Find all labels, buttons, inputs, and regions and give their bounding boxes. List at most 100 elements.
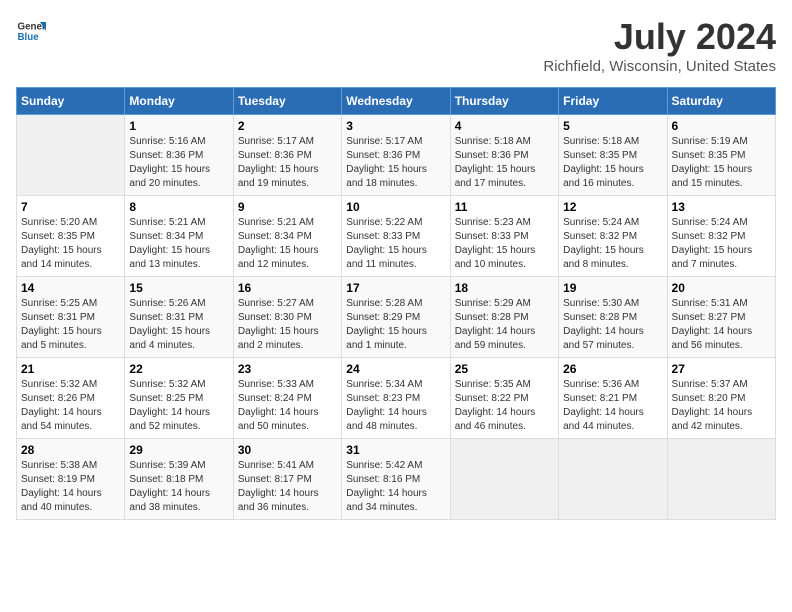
day-number: 7 bbox=[21, 200, 120, 214]
calendar-cell bbox=[450, 439, 558, 520]
day-header-thursday: Thursday bbox=[450, 88, 558, 115]
calendar-cell: 24 Sunrise: 5:34 AMSunset: 8:23 PMDayligh… bbox=[342, 358, 450, 439]
calendar-cell bbox=[17, 115, 125, 196]
day-number: 28 bbox=[21, 443, 120, 457]
calendar-cell: 1 Sunrise: 5:16 AMSunset: 8:36 PMDaylight… bbox=[125, 115, 233, 196]
day-info: Sunrise: 5:34 AMSunset: 8:23 PMDaylight:… bbox=[346, 378, 445, 434]
day-number: 9 bbox=[238, 200, 337, 214]
day-number: 4 bbox=[455, 119, 554, 133]
day-number: 15 bbox=[129, 281, 228, 295]
day-info: Sunrise: 5:27 AMSunset: 8:30 PMDaylight:… bbox=[238, 297, 337, 353]
day-number: 3 bbox=[346, 119, 445, 133]
day-info: Sunrise: 5:18 AMSunset: 8:36 PMDaylight:… bbox=[455, 135, 554, 191]
day-info: Sunrise: 5:32 AMSunset: 8:26 PMDaylight:… bbox=[21, 378, 120, 434]
calendar-cell: 6Sunrise: 5:19 AMSunset: 8:35 PMDaylight… bbox=[667, 115, 775, 196]
day-info: Sunrise: 5:18 AMSunset: 8:35 PMDaylight:… bbox=[563, 135, 662, 191]
calendar-cell: 21Sunrise: 5:32 AMSunset: 8:26 PMDayligh… bbox=[17, 358, 125, 439]
calendar-cell bbox=[667, 439, 775, 520]
calendar-cell: 29 Sunrise: 5:39 AMSunset: 8:18 PMDayligh… bbox=[125, 439, 233, 520]
day-number: 26 bbox=[563, 362, 662, 376]
calendar-cell: 30 Sunrise: 5:41 AMSunset: 8:17 PMDayligh… bbox=[233, 439, 341, 520]
day-header-wednesday: Wednesday bbox=[342, 88, 450, 115]
day-number: 11 bbox=[455, 200, 554, 214]
calendar-cell: 28 Sunrise: 5:38 AMSunset: 8:19 PMDayligh… bbox=[17, 439, 125, 520]
day-info: Sunrise: 5:31 AMSunset: 8:27 PMDaylight:… bbox=[672, 297, 771, 353]
calendar-cell: 19Sunrise: 5:30 AMSunset: 8:28 PMDayligh… bbox=[559, 277, 667, 358]
header: General Blue July 2024 Richfield, Wiscon… bbox=[16, 16, 776, 75]
calendar-cell: 16 Sunrise: 5:27 AMSunset: 8:30 PMDayligh… bbox=[233, 277, 341, 358]
calendar-cell: 20 Sunrise: 5:31 AMSunset: 8:27 PMDayligh… bbox=[667, 277, 775, 358]
calendar-cell: 14 Sunrise: 5:25 AMSunset: 8:31 PMDayligh… bbox=[17, 277, 125, 358]
day-number: 8 bbox=[129, 200, 228, 214]
day-info: Sunrise: 5:17 AMSunset: 8:36 PMDaylight:… bbox=[238, 135, 337, 191]
day-number: 29 bbox=[129, 443, 228, 457]
day-info: Sunrise: 5:26 AMSunset: 8:31 PMDaylight:… bbox=[129, 297, 228, 353]
day-header-sunday: Sunday bbox=[17, 88, 125, 115]
calendar-cell: 27 Sunrise: 5:37 AMSunset: 8:20 PMDayligh… bbox=[667, 358, 775, 439]
day-number: 17 bbox=[346, 281, 445, 295]
calendar-cell: 31 Sunrise: 5:42 AMSunset: 8:16 PMDayligh… bbox=[342, 439, 450, 520]
week-row-3: 14 Sunrise: 5:25 AMSunset: 8:31 PMDayligh… bbox=[17, 277, 776, 358]
week-row-1: 1 Sunrise: 5:16 AMSunset: 8:36 PMDaylight… bbox=[17, 115, 776, 196]
day-info: Sunrise: 5:41 AMSunset: 8:17 PMDaylight:… bbox=[238, 459, 337, 515]
calendar-cell: 10 Sunrise: 5:22 AMSunset: 8:33 PMDayligh… bbox=[342, 196, 450, 277]
calendar-cell: 17 Sunrise: 5:28 AMSunset: 8:29 PMDayligh… bbox=[342, 277, 450, 358]
day-number: 13 bbox=[672, 200, 771, 214]
day-info: Sunrise: 5:36 AMSunset: 8:21 PMDaylight:… bbox=[563, 378, 662, 434]
day-info: Sunrise: 5:22 AMSunset: 8:33 PMDaylight:… bbox=[346, 216, 445, 272]
day-number: 23 bbox=[238, 362, 337, 376]
day-number: 6 bbox=[672, 119, 771, 133]
header-row: SundayMondayTuesdayWednesdayThursdayFrid… bbox=[17, 88, 776, 115]
day-info: Sunrise: 5:35 AMSunset: 8:22 PMDaylight:… bbox=[455, 378, 554, 434]
week-row-4: 21Sunrise: 5:32 AMSunset: 8:26 PMDayligh… bbox=[17, 358, 776, 439]
day-info: Sunrise: 5:24 AMSunset: 8:32 PMDaylight:… bbox=[672, 216, 771, 272]
calendar-cell: 25 Sunrise: 5:35 AMSunset: 8:22 PMDayligh… bbox=[450, 358, 558, 439]
day-info: Sunrise: 5:33 AMSunset: 8:24 PMDaylight:… bbox=[238, 378, 337, 434]
calendar-cell: 12Sunrise: 5:24 AMSunset: 8:32 PMDayligh… bbox=[559, 196, 667, 277]
day-header-monday: Monday bbox=[125, 88, 233, 115]
day-info: Sunrise: 5:38 AMSunset: 8:19 PMDaylight:… bbox=[21, 459, 120, 515]
calendar-cell: 22Sunrise: 5:32 AMSunset: 8:25 PMDayligh… bbox=[125, 358, 233, 439]
day-number: 31 bbox=[346, 443, 445, 457]
calendar-cell: 3Sunrise: 5:17 AMSunset: 8:36 PMDaylight… bbox=[342, 115, 450, 196]
day-number: 25 bbox=[455, 362, 554, 376]
day-number: 30 bbox=[238, 443, 337, 457]
day-info: Sunrise: 5:28 AMSunset: 8:29 PMDaylight:… bbox=[346, 297, 445, 353]
calendar-cell: 4 Sunrise: 5:18 AMSunset: 8:36 PMDaylight… bbox=[450, 115, 558, 196]
calendar-cell bbox=[559, 439, 667, 520]
day-header-tuesday: Tuesday bbox=[233, 88, 341, 115]
day-number: 20 bbox=[672, 281, 771, 295]
day-number: 18 bbox=[455, 281, 554, 295]
day-number: 24 bbox=[346, 362, 445, 376]
day-info: Sunrise: 5:32 AMSunset: 8:25 PMDaylight:… bbox=[129, 378, 228, 434]
day-info: Sunrise: 5:25 AMSunset: 8:31 PMDaylight:… bbox=[21, 297, 120, 353]
calendar-cell: 7Sunrise: 5:20 AMSunset: 8:35 PMDaylight… bbox=[17, 196, 125, 277]
week-row-5: 28 Sunrise: 5:38 AMSunset: 8:19 PMDayligh… bbox=[17, 439, 776, 520]
day-header-friday: Friday bbox=[559, 88, 667, 115]
main-title: July 2024 bbox=[543, 16, 776, 58]
svg-text:Blue: Blue bbox=[18, 32, 40, 43]
calendar-cell: 11 Sunrise: 5:23 AMSunset: 8:33 PMDayligh… bbox=[450, 196, 558, 277]
calendar-cell: 26 Sunrise: 5:36 AMSunset: 8:21 PMDayligh… bbox=[559, 358, 667, 439]
title-area: July 2024 Richfield, Wisconsin, United S… bbox=[543, 16, 776, 75]
calendar-cell: 2Sunrise: 5:17 AMSunset: 8:36 PMDaylight… bbox=[233, 115, 341, 196]
day-info: Sunrise: 5:37 AMSunset: 8:20 PMDaylight:… bbox=[672, 378, 771, 434]
day-info: Sunrise: 5:39 AMSunset: 8:18 PMDaylight:… bbox=[129, 459, 228, 515]
day-info: Sunrise: 5:21 AMSunset: 8:34 PMDaylight:… bbox=[129, 216, 228, 272]
calendar-cell: 5 Sunrise: 5:18 AMSunset: 8:35 PMDaylight… bbox=[559, 115, 667, 196]
subtitle: Richfield, Wisconsin, United States bbox=[543, 58, 776, 75]
day-header-saturday: Saturday bbox=[667, 88, 775, 115]
day-number: 14 bbox=[21, 281, 120, 295]
day-info: Sunrise: 5:21 AMSunset: 8:34 PMDaylight:… bbox=[238, 216, 337, 272]
calendar-cell: 8 Sunrise: 5:21 AMSunset: 8:34 PMDaylight… bbox=[125, 196, 233, 277]
day-info: Sunrise: 5:29 AMSunset: 8:28 PMDaylight:… bbox=[455, 297, 554, 353]
day-number: 27 bbox=[672, 362, 771, 376]
day-number: 1 bbox=[129, 119, 228, 133]
day-info: Sunrise: 5:42 AMSunset: 8:16 PMDaylight:… bbox=[346, 459, 445, 515]
day-number: 5 bbox=[563, 119, 662, 133]
day-info: Sunrise: 5:23 AMSunset: 8:33 PMDaylight:… bbox=[455, 216, 554, 272]
day-info: Sunrise: 5:16 AMSunset: 8:36 PMDaylight:… bbox=[129, 135, 228, 191]
day-number: 16 bbox=[238, 281, 337, 295]
day-info: Sunrise: 5:30 AMSunset: 8:28 PMDaylight:… bbox=[563, 297, 662, 353]
day-number: 10 bbox=[346, 200, 445, 214]
